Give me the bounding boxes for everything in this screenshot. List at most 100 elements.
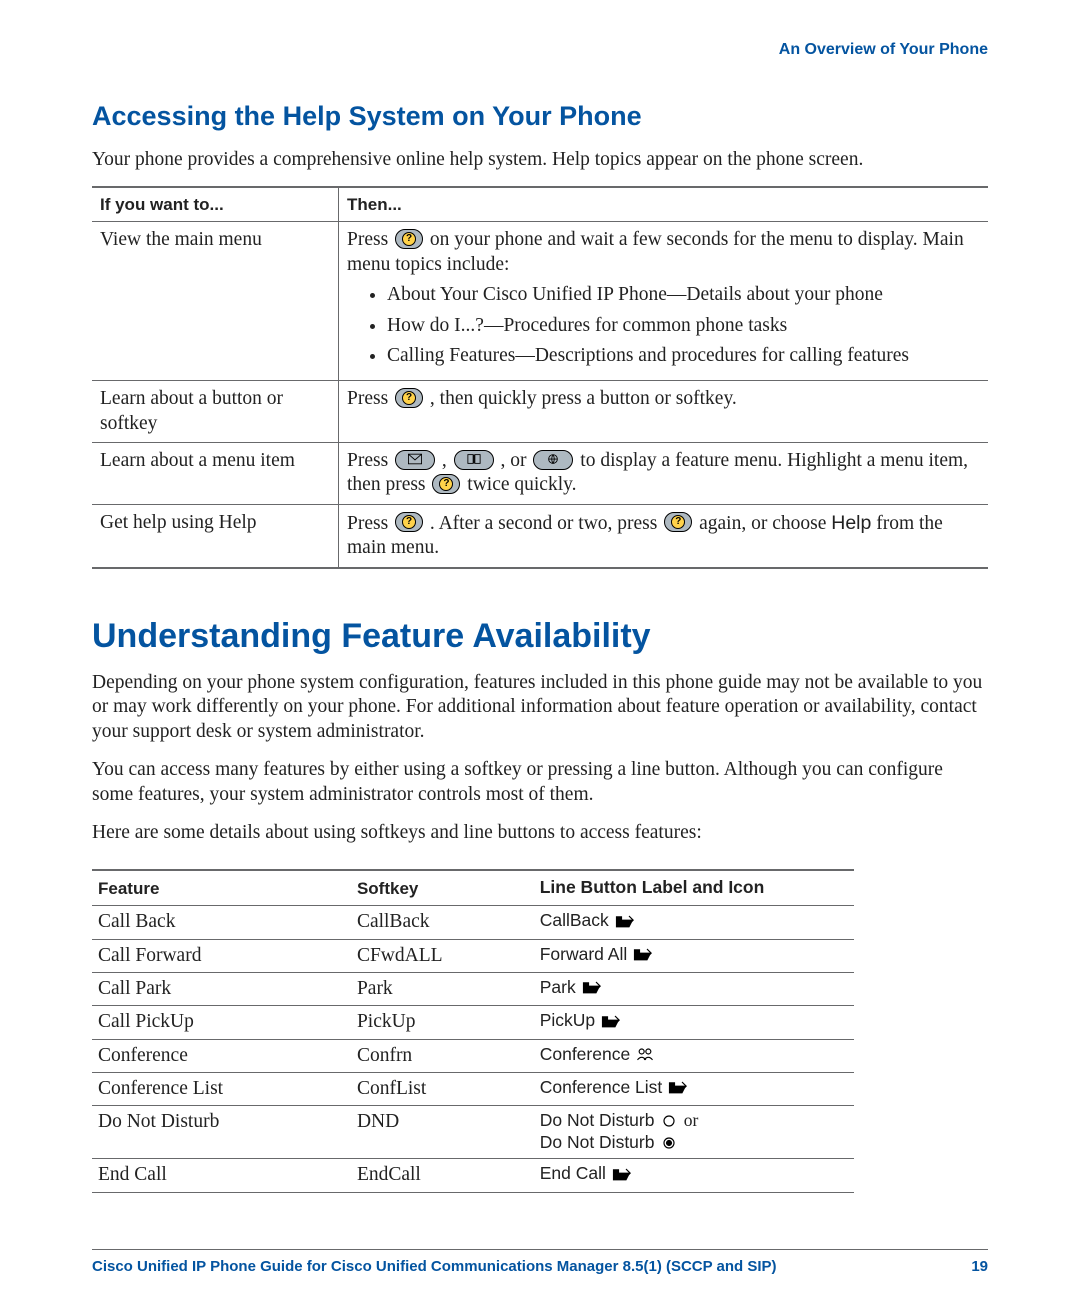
line-button-label: End Call (534, 1159, 854, 1192)
label-text: PickUp (540, 1010, 600, 1030)
r2-t2: , (442, 450, 452, 471)
topic-about: About Your Cisco Unified IP Phone—Detail… (387, 283, 980, 307)
label-text-2: Do Not Disturb (540, 1132, 660, 1152)
line-button-label: Do Not Disturb or Do Not Disturb (534, 1106, 854, 1159)
table-row: End CallEndCallEnd Call (92, 1159, 854, 1192)
help-row2-left: Learn about a menu item (92, 443, 339, 505)
directories-button-icon (454, 450, 494, 470)
help-table: If you want to... Then... View the main … (92, 186, 988, 568)
label-text: Do Not Disturb (540, 1110, 660, 1130)
r1-suffix: , then quickly press a button or softkey… (430, 388, 737, 409)
running-head: An Overview of Your Phone (92, 40, 988, 60)
label-text: CallBack (540, 910, 614, 930)
r3-help-word: Help (831, 512, 871, 534)
help-row1-right: Press ? , then quickly press a button or… (339, 381, 989, 443)
offhook-phone-icon (614, 913, 634, 929)
label-text: End Call (540, 1163, 611, 1183)
softkey-name: EndCall (351, 1159, 534, 1192)
help-row3-left: Get help using Help (92, 504, 339, 567)
feature-name: Call Back (92, 906, 351, 939)
table-row: Call BackCallBackCallBack (92, 906, 854, 939)
offhook-phone-icon (667, 1079, 687, 1095)
feature-name: Call Park (92, 972, 351, 1005)
r2-t5: twice quickly. (467, 474, 576, 495)
help-button-icon: ? (395, 229, 423, 249)
offhook-phone-icon (632, 946, 652, 962)
line-button-label: Park (534, 972, 854, 1005)
r2-t3: , or (501, 450, 532, 471)
feature-name: Do Not Disturb (92, 1106, 351, 1159)
table-row: Conference ListConfListConference List (92, 1073, 854, 1106)
help-th-ifyouwant: If you want to... (92, 187, 339, 222)
r3-t2: . After a second or two, press (430, 513, 662, 534)
help-row0-right: Press ? on your phone and wait a few sec… (339, 222, 989, 381)
feature-name: End Call (92, 1159, 351, 1192)
help-row2-right: Press , , or to display a feature menu. … (339, 443, 989, 505)
dnd-off-icon (659, 1113, 679, 1129)
topic-calling: Calling Features—Descriptions and proced… (387, 344, 980, 368)
softkey-name: DND (351, 1106, 534, 1159)
label-text: Forward All (540, 944, 632, 964)
label-extra: or (679, 1110, 698, 1130)
table-row: Do Not DisturbDNDDo Not Disturb orDo Not… (92, 1106, 854, 1159)
feature-name: Call Forward (92, 939, 351, 972)
feat-th-softkey: Softkey (351, 870, 534, 905)
offhook-phone-icon (600, 1013, 620, 1029)
feature-name: Conference (92, 1039, 351, 1072)
line-button-label: PickUp (534, 1006, 854, 1039)
help-button-icon: ? (664, 512, 692, 532)
services-button-icon (533, 450, 573, 470)
features-table: Feature Softkey Line Button Label and Ic… (92, 869, 854, 1192)
softkey-name: Park (351, 972, 534, 1005)
feature-name: Call PickUp (92, 1006, 351, 1039)
table-row: Call PickUpPickUpPickUp (92, 1006, 854, 1039)
softkey-name: PickUp (351, 1006, 534, 1039)
page-number: 19 (971, 1258, 988, 1277)
dnd-on-icon (659, 1135, 679, 1151)
softkey-name: CFwdALL (351, 939, 534, 972)
softkey-name: ConfList (351, 1073, 534, 1106)
help-row0-left: View the main menu (92, 222, 339, 381)
r3-t1: Press (347, 513, 393, 534)
feat-p1: Depending on your phone system configura… (92, 671, 988, 744)
line-button-label: Conference List (534, 1073, 854, 1106)
feature-name: Conference List (92, 1073, 351, 1106)
conference-icon (635, 1046, 655, 1062)
line-button-label: CallBack (534, 906, 854, 939)
offhook-phone-icon (611, 1166, 631, 1182)
r2-t1: Press (347, 450, 393, 471)
table-row: Call ForwardCFwdALL Forward All (92, 939, 854, 972)
help-button-icon: ? (395, 512, 423, 532)
page-footer: Cisco Unified IP Phone Guide for Cisco U… (92, 1249, 988, 1277)
help-button-icon: ? (395, 388, 423, 408)
help-row1-left: Learn about a button or softkey (92, 381, 339, 443)
label-text: Park (540, 977, 581, 997)
r0-press-suffix: on your phone and wait a few seconds for… (347, 229, 964, 274)
offhook-phone-icon (581, 979, 601, 995)
feat-p3: Here are some details about using softke… (92, 821, 988, 845)
footer-title: Cisco Unified IP Phone Guide for Cisco U… (92, 1258, 777, 1277)
feat-p2: You can access many features by either u… (92, 758, 988, 807)
table-row: Call ParkParkPark (92, 972, 854, 1005)
r1-prefix: Press (347, 388, 393, 409)
line-button-label: Forward All (534, 939, 854, 972)
softkey-name: CallBack (351, 906, 534, 939)
label-text: Conference (540, 1044, 635, 1064)
softkey-name: Confrn (351, 1039, 534, 1072)
label-text: Conference List (540, 1077, 667, 1097)
r0-press-prefix: Press (347, 229, 393, 250)
help-intro: Your phone provides a comprehensive onli… (92, 148, 988, 172)
main-menu-topics: About Your Cisco Unified IP Phone—Detail… (347, 283, 980, 368)
line-button-label: Conference (534, 1039, 854, 1072)
table-row: ConferenceConfrnConference (92, 1039, 854, 1072)
r3-t3: again, or choose (699, 513, 831, 534)
messages-button-icon (395, 450, 435, 470)
help-th-then: Then... (339, 187, 989, 222)
heading-feature-availability: Understanding Feature Availability (92, 615, 988, 658)
feat-th-feature: Feature (92, 870, 351, 905)
topic-howdoi: How do I...?—Procedures for common phone… (387, 314, 980, 338)
heading-help-system: Accessing the Help System on Your Phone (92, 100, 988, 134)
feat-th-label: Line Button Label and Icon (534, 870, 854, 905)
help-button-icon: ? (432, 474, 460, 494)
help-row3-right: Press ? . After a second or two, press ?… (339, 504, 989, 567)
